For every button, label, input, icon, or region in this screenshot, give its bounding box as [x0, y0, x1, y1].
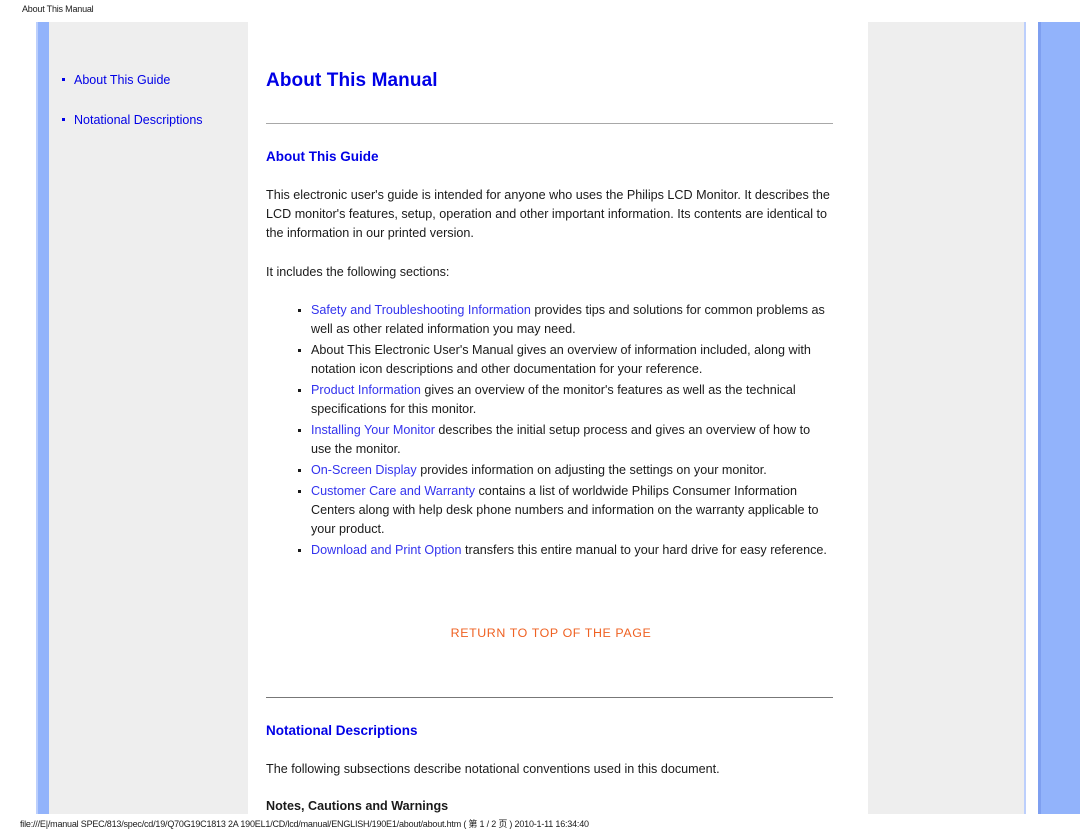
includes-lead-paragraph: It includes the following sections: — [266, 265, 450, 279]
page-title: About This Manual — [266, 70, 438, 91]
sections-list: Safety and Troubleshooting Information p… — [266, 282, 851, 560]
bullet-icon — [298, 349, 301, 352]
page-canvas: About This Guide Notational Descriptions… — [0, 22, 1080, 814]
bullet-icon — [298, 309, 301, 312]
subsection-heading-notes-cautions-warnings: Notes, Cautions and Warnings — [266, 799, 449, 813]
link-installing-your-monitor[interactable]: Installing Your Monitor — [311, 423, 435, 437]
sidebar-nav: About This Guide Notational Descriptions — [49, 72, 248, 152]
print-header: About This Manual — [0, 0, 1080, 20]
right-accent-bar — [1041, 22, 1080, 814]
print-header-title: About This Manual — [22, 4, 94, 14]
list-item-text: transfers this entire manual to your har… — [461, 543, 827, 557]
list-item-text: About This Electronic User's Manual give… — [311, 343, 811, 376]
return-to-top-container: RETURN TO TOP OF THE PAGE — [266, 562, 836, 642]
list-item: On-Screen Display provides information o… — [266, 461, 831, 480]
list-item: Product Information gives an overview of… — [266, 381, 831, 419]
sidebar-item-label: About This Guide — [74, 73, 171, 87]
left-accent-bar-edge — [36, 22, 38, 814]
section-heading-notational-descriptions: Notational Descriptions — [266, 723, 418, 738]
link-safety-and-troubleshooting-information[interactable]: Safety and Troubleshooting Information — [311, 303, 531, 317]
sidebar-item-label: Notational Descriptions — [74, 113, 203, 127]
link-on-screen-display[interactable]: On-Screen Display — [311, 463, 417, 477]
sidebar-item-notational-descriptions[interactable]: Notational Descriptions — [49, 112, 248, 128]
notational-intro-paragraph: The following subsections describe notat… — [266, 762, 720, 776]
sidebar: About This Guide Notational Descriptions — [49, 22, 248, 814]
print-footer-path: file:///E|/manual SPEC/813/spec/cd/19/Q7… — [20, 819, 589, 829]
list-item: Download and Print Option transfers this… — [266, 541, 831, 560]
return-to-top-link[interactable]: RETURN TO TOP OF THE PAGE — [451, 626, 652, 640]
link-customer-care-and-warranty[interactable]: Customer Care and Warranty — [311, 484, 475, 498]
bullet-icon — [298, 549, 301, 552]
list-item: About This Electronic User's Manual give… — [266, 341, 831, 379]
right-filler-panel — [868, 22, 1025, 814]
bullet-icon — [62, 118, 65, 121]
print-footer: file:///E|/manual SPEC/813/spec/cd/19/Q7… — [0, 814, 1080, 834]
bullet-icon — [298, 469, 301, 472]
main-content: About This Manual About This Guide This … — [248, 22, 868, 814]
right-filler-edge — [1024, 22, 1026, 814]
section-intro-paragraph: This electronic user's guide is intended… — [266, 188, 830, 240]
sidebar-item-about-this-guide[interactable]: About This Guide — [49, 72, 248, 88]
list-item-text: provides information on adjusting the se… — [416, 463, 767, 477]
link-product-information[interactable]: Product Information — [311, 383, 421, 397]
bullet-icon — [62, 78, 65, 81]
list-item: Safety and Troubleshooting Information p… — [266, 301, 831, 339]
bullet-icon — [298, 429, 301, 432]
list-item: Installing Your Monitor describes the in… — [266, 421, 831, 459]
bullet-icon — [298, 389, 301, 392]
list-item: Customer Care and Warranty contains a li… — [266, 482, 831, 539]
section-heading-about-this-guide: About This Guide — [266, 149, 379, 164]
bullet-icon — [298, 490, 301, 493]
link-download-and-print-option[interactable]: Download and Print Option — [311, 543, 462, 557]
content-inner: About This Manual About This Guide This … — [266, 22, 851, 814]
